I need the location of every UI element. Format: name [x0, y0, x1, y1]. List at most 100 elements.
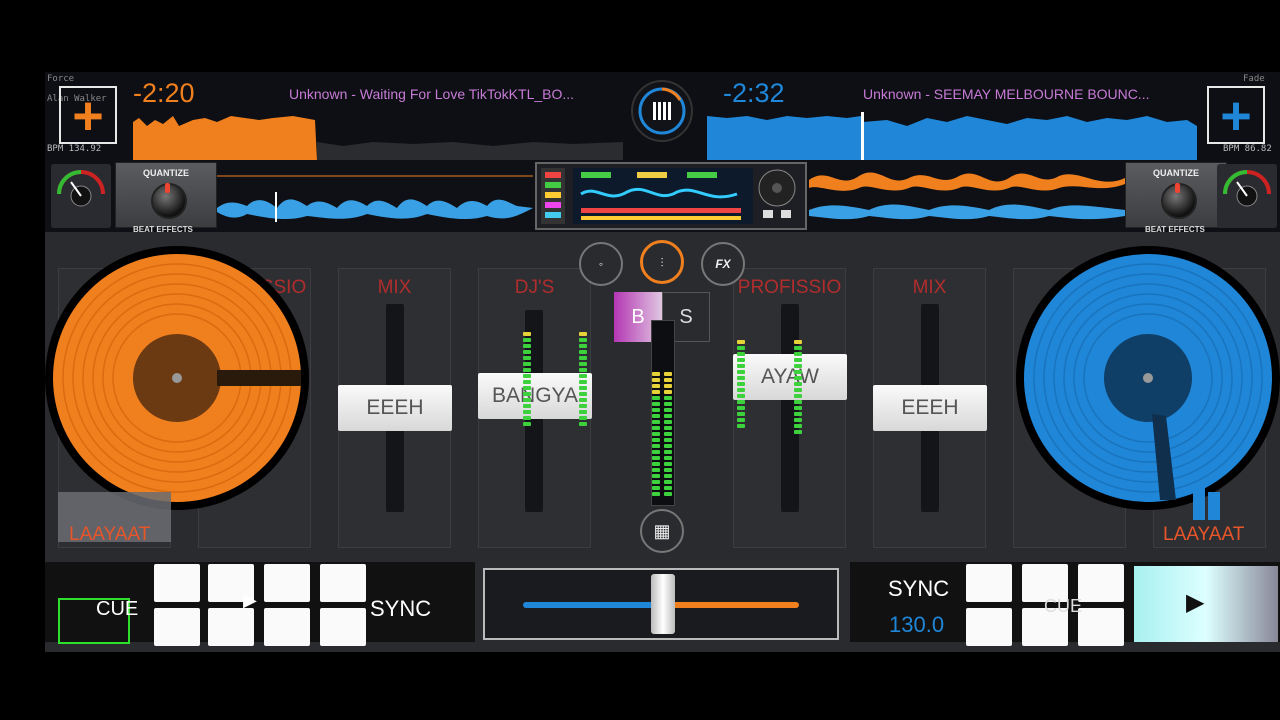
meter-segment	[664, 378, 672, 382]
meter-segment	[664, 468, 672, 472]
equalizer-button[interactable]: ⫶	[640, 240, 684, 284]
meter-segment	[579, 368, 587, 372]
meter-segment	[523, 344, 531, 348]
quantize-knob[interactable]	[1161, 183, 1197, 219]
meter-segment	[737, 400, 745, 404]
deck-a-strip-label-3: DJ'S	[514, 277, 555, 298]
play-icon: ▶	[1186, 589, 1205, 616]
meter-segment	[794, 394, 802, 398]
deck-b-turntable[interactable]	[1012, 244, 1280, 512]
meter-segment	[794, 370, 802, 374]
deck-a-pad-8[interactable]	[320, 608, 366, 646]
deck-a-track-title: Unknown - Waiting For Love TikTokKTL_BO.…	[289, 86, 575, 102]
deck-a-zoom-waveform[interactable]	[217, 166, 533, 226]
quantize-label: QUANTIZE	[143, 168, 189, 178]
deck-b-strip-label-2: MIX	[912, 277, 947, 298]
meter-segment	[579, 380, 587, 384]
deck-a-pad-6[interactable]	[208, 608, 254, 646]
meter-segment	[652, 372, 660, 376]
meter-segment	[737, 406, 745, 410]
meter-segment	[523, 392, 531, 396]
meter-segment	[737, 388, 745, 392]
deck-a-pad-1[interactable]	[154, 564, 200, 602]
deck-b-fader-ayaw[interactable]: AYAW	[733, 354, 847, 400]
reset-icon: ◦	[598, 257, 604, 271]
meter-segment	[579, 338, 587, 342]
deck-a-gain-meter[interactable]	[51, 164, 111, 228]
play-icon[interactable]: ▶	[243, 590, 257, 611]
meter-segment	[652, 444, 660, 448]
deck-b-loop-label: LAAYAAT	[1163, 524, 1245, 545]
deck-a-fader-bangya[interactable]: BANGYA	[478, 373, 592, 419]
meter-segment	[523, 338, 531, 342]
meter-segment	[652, 408, 660, 412]
deck-b-zoom-waveform[interactable]	[809, 162, 1125, 226]
meter-segment	[794, 412, 802, 416]
deck-a-overview-waveform[interactable]	[133, 112, 623, 160]
meter-segment	[579, 362, 587, 366]
deck-b-pad-3[interactable]	[1078, 564, 1124, 602]
meter-segment	[523, 422, 531, 426]
meter-segment	[523, 410, 531, 414]
reset-button[interactable]: ◦	[579, 242, 623, 286]
main-menu-button[interactable]	[631, 80, 693, 142]
mixer-preview-graphic[interactable]	[535, 162, 807, 230]
deck-b-add-track-button[interactable]: +	[1207, 86, 1265, 144]
deck-b-cue-label[interactable]: CUE	[1044, 596, 1082, 617]
meter-segment	[579, 350, 587, 354]
meter-segment	[523, 362, 531, 366]
deck-a-pad-5[interactable]	[154, 608, 200, 646]
meter-segment	[523, 398, 531, 402]
menu-bars-icon	[638, 87, 686, 135]
meter-segment	[652, 414, 660, 418]
deck-b-overview-waveform[interactable]	[707, 112, 1197, 160]
crossfader-handle[interactable]	[651, 574, 675, 634]
deck-a-add-track-button[interactable]: +	[59, 86, 117, 144]
deck-b-sync-button[interactable]: SYNC	[888, 576, 949, 602]
deck-b-pad-1[interactable]	[966, 564, 1012, 602]
deck-b-quantize-knob[interactable]: QUANTIZE	[1125, 162, 1227, 228]
plus-icon: +	[1220, 86, 1252, 146]
deck-a-beat-effects-label: BEAT EFFECTS	[133, 225, 193, 234]
fx-button[interactable]: FX	[701, 242, 745, 286]
meter-segment	[664, 450, 672, 454]
meter-segment	[579, 398, 587, 402]
deck-a-turntable[interactable]	[45, 244, 313, 512]
meter-segment	[652, 378, 660, 382]
meter-segment	[652, 468, 660, 472]
deck-a-sync-button[interactable]: SYNC	[370, 596, 431, 622]
meter-segment	[652, 420, 660, 424]
meter-segment	[794, 424, 802, 428]
deck-a-level-meter-left	[523, 332, 531, 428]
deck-b-play-button[interactable]: ▶	[1134, 566, 1278, 642]
meter-segment	[652, 432, 660, 436]
deck-a-strip-label-2: MIX	[377, 277, 412, 298]
deck-b-pad-7[interactable]	[1078, 608, 1124, 646]
deck-a-pad-3[interactable]	[264, 564, 310, 602]
deck-a-pad-4[interactable]	[320, 564, 366, 602]
crossfader-left-track	[523, 602, 661, 608]
quantize-knob[interactable]	[151, 183, 187, 219]
deck-a-fader-eeeh[interactable]: EEEH	[338, 385, 452, 431]
deck-b-fader-eeeh[interactable]: EEEH	[873, 385, 987, 431]
meter-segment	[664, 414, 672, 418]
deck-a-quantize-knob[interactable]: QUANTIZE	[115, 162, 217, 228]
grid-menu-button[interactable]: ▦	[640, 509, 684, 553]
deck-a-level-meter-right	[579, 332, 587, 428]
deck-b-level-meter-left	[737, 340, 745, 430]
meter-segment	[794, 430, 802, 434]
meter-segment	[794, 358, 802, 362]
meter-segment	[737, 394, 745, 398]
deck-b-gain-meter[interactable]	[1217, 164, 1277, 228]
meter-segment	[523, 416, 531, 420]
deck-b-track-title: Unknown - SEEMAY MELBOURNE BOUNC...	[863, 86, 1150, 102]
meter-segment	[664, 408, 672, 412]
grid-icon: ▦	[653, 521, 671, 541]
deck-b-beat-effects-label: BEAT EFFECTS	[1145, 225, 1205, 234]
deck-b-pad-5[interactable]	[966, 608, 1012, 646]
meter-segment	[652, 474, 660, 478]
deck-a-cue-button[interactable]: CUE	[58, 598, 138, 644]
deck-a-pad-7[interactable]	[264, 608, 310, 646]
meter-segment	[652, 384, 660, 388]
meter-segment	[664, 444, 672, 448]
